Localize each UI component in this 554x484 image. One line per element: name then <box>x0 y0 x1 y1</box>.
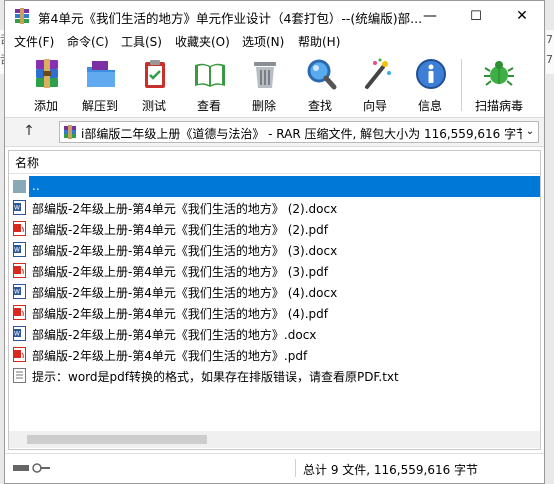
list-item-name: .. <box>32 179 40 193</box>
test-button[interactable]: 测试 <box>127 55 181 115</box>
path-text: i部编版二年级上册《道德与法治》 - RAR 压缩文件, 解包大小为 116,5… <box>81 127 529 141</box>
info-icon <box>416 59 446 89</box>
path-dropdown-icon[interactable]: ⌄ <box>522 122 538 142</box>
wizard-wand-icon <box>365 58 391 89</box>
view-label: 查看 <box>196 99 221 113</box>
window-title: 第4单元《我们生活的地方》单元作业设计（4套打包）--(统编版)部... <box>38 11 423 26</box>
close-button[interactable]: ✕ <box>499 1 545 31</box>
bg-fragment-text: 7 <box>546 53 553 66</box>
list-item-name: 部编版-2年级上册-第4单元《我们生活的地方》 (4).pdf <box>32 307 329 321</box>
svg-text:W: W <box>14 247 20 254</box>
add-button[interactable]: 添加 <box>19 55 73 115</box>
selection-highlight <box>29 176 540 197</box>
horizontal-scrollbar[interactable] <box>9 431 540 448</box>
status-bar: 总计 9 文件, 116,559,616 字节 <box>5 453 544 483</box>
list-item-name: 部编版-2年级上册-第4单元《我们生活的地方》 (3).docx <box>32 244 338 258</box>
virus-scan-button[interactable]: 扫描病毒 <box>468 55 530 115</box>
list-item[interactable]: 部编版-2年级上册-第4单元《我们生活的地方》 (4).pdf <box>9 302 540 323</box>
bg-fragment-text: 7 <box>546 33 553 46</box>
list-item[interactable]: W 部编版-2年级上册-第4单元《我们生活的地方》 (4).docx <box>9 281 540 302</box>
up-folder-button[interactable]: ↑ <box>19 123 39 141</box>
archive-icon <box>64 125 76 139</box>
virus-scan-label: 扫描病毒 <box>474 99 523 113</box>
list-item-name: 部编版-2年级上册-第4单元《我们生活的地方》 (2).docx <box>32 202 338 216</box>
path-field[interactable]: i部编版二年级上册《道德与法治》 - RAR 压缩文件, 解包大小为 116,5… <box>59 121 539 143</box>
menu-help[interactable]: 帮助(H) <box>298 33 340 50</box>
find-magnifier-icon <box>307 59 337 90</box>
list-item-name: 部编版-2年级上册-第4单元《我们生活的地方》.pdf <box>32 349 308 363</box>
word-doc-icon: W <box>13 326 26 341</box>
column-header-name[interactable]: 名称 ⌃ <box>9 151 540 174</box>
list-item-name: 部编版-2年级上册-第4单元《我们生活的地方》 (4).docx <box>32 286 338 300</box>
delete-trash-icon <box>254 62 276 88</box>
maximize-button[interactable]: ☐ <box>453 1 499 31</box>
test-label: 测试 <box>141 99 166 113</box>
delete-label: 删除 <box>251 99 276 113</box>
menu-file[interactable]: 文件(F) <box>14 33 54 50</box>
wizard-label: 向导 <box>362 99 387 113</box>
word-doc-icon: W <box>13 200 26 215</box>
extract-to-label: 解压到 <box>81 99 118 113</box>
scrollbar-thumb[interactable] <box>27 435 207 444</box>
list-item-name: 部编版-2年级上册-第4单元《我们生活的地方》.docx <box>32 328 317 342</box>
parent-folder-icon <box>13 180 26 193</box>
background-window-fragment-right: 7 7 <box>546 30 554 74</box>
toolbar: 添加 解压到 测试 查看 删除 查找 向导 信息 扫描病毒 <box>5 51 544 117</box>
list-item-parent-folder[interactable]: .. <box>9 176 540 197</box>
list-item[interactable]: 提示：word是pdf转换的格式，如果存在排版错误，请查看原PDF.txt <box>9 365 540 386</box>
delete-button[interactable]: 删除 <box>237 55 291 115</box>
list-item[interactable]: 部编版-2年级上册-第4单元《我们生活的地方》 (2).pdf <box>9 218 540 239</box>
status-key-icon <box>13 463 50 473</box>
pdf-doc-icon <box>13 263 26 278</box>
pdf-doc-icon <box>13 221 26 236</box>
column-name-label: 名称 <box>15 156 40 170</box>
add-label: 添加 <box>33 99 58 113</box>
pdf-doc-icon <box>13 347 26 362</box>
list-item[interactable]: W 部编版-2年级上册-第4单元《我们生活的地方》.docx <box>9 323 540 344</box>
list-item-name: 部编版-2年级上册-第4单元《我们生活的地方》 (3).pdf <box>32 265 329 279</box>
pdf-doc-icon <box>13 305 26 320</box>
extract-folder-icon <box>87 61 115 87</box>
sort-indicator-icon: ⌃ <box>488 150 496 157</box>
status-summary: 总计 9 文件, 116,559,616 字节 <box>303 463 479 477</box>
menu-options[interactable]: 选项(N) <box>242 33 284 50</box>
list-item[interactable]: 部编版-2年级上册-第4单元《我们生活的地方》 (3).pdf <box>9 260 540 281</box>
svg-text:W: W <box>14 289 20 296</box>
find-label: 查找 <box>307 99 332 113</box>
minimize-button[interactable]: — <box>407 1 453 31</box>
status-separator <box>295 459 296 477</box>
toolbar-separator <box>461 59 462 111</box>
add-archive-icon <box>36 59 58 88</box>
info-button[interactable]: 信息 <box>403 55 457 115</box>
word-doc-icon: W <box>13 284 26 299</box>
winrar-window: 第4单元《我们生活的地方》单元作业设计（4套打包）--(统编版)部... — ☐… <box>4 0 545 484</box>
list-item[interactable]: W 部编版-2年级上册-第4单元《我们生活的地方》 (2).docx <box>9 197 540 218</box>
menu-bar: 文件(F) 命令(C) 工具(S) 收藏夹(O) 选项(N) 帮助(H) <box>5 31 544 51</box>
svg-text:W: W <box>14 205 20 212</box>
view-book-icon <box>195 63 225 87</box>
address-bar: ↑ i部编版二年级上册《道德与法治》 - RAR 压缩文件, 解包大小为 116… <box>5 117 544 147</box>
menu-favorites[interactable]: 收藏夹(O) <box>175 33 230 50</box>
extract-to-button[interactable]: 解压到 <box>73 55 127 115</box>
svg-text:W: W <box>14 331 20 338</box>
winrar-app-icon <box>15 8 29 24</box>
list-item-name: 部编版-2年级上册-第4单元《我们生活的地方》 (2).pdf <box>32 223 329 237</box>
word-doc-icon: W <box>13 242 26 257</box>
list-item[interactable]: 部编版-2年级上册-第4单元《我们生活的地方》.pdf <box>9 344 540 365</box>
text-file-icon <box>13 368 26 383</box>
virus-scan-icon <box>484 61 514 86</box>
info-label: 信息 <box>417 99 442 113</box>
list-item[interactable]: W 部编版-2年级上册-第4单元《我们生活的地方》 (3).docx <box>9 239 540 260</box>
title-bar[interactable]: 第4单元《我们生活的地方》单元作业设计（4套打包）--(统编版)部... — ☐… <box>5 1 544 31</box>
list-item-name: 提示：word是pdf转换的格式，如果存在排版错误，请查看原PDF.txt <box>32 370 399 384</box>
view-button[interactable]: 查看 <box>182 55 236 115</box>
find-button[interactable]: 查找 <box>293 55 347 115</box>
menu-commands[interactable]: 命令(C) <box>67 33 109 50</box>
menu-tools[interactable]: 工具(S) <box>121 33 162 50</box>
file-list: 名称 ⌃ .. W 部编版-2年级上册-第4单元《我们生活的地方》 (2).doc… <box>8 150 541 450</box>
test-clipboard-icon <box>145 60 165 88</box>
wizard-button[interactable]: 向导 <box>348 55 402 115</box>
